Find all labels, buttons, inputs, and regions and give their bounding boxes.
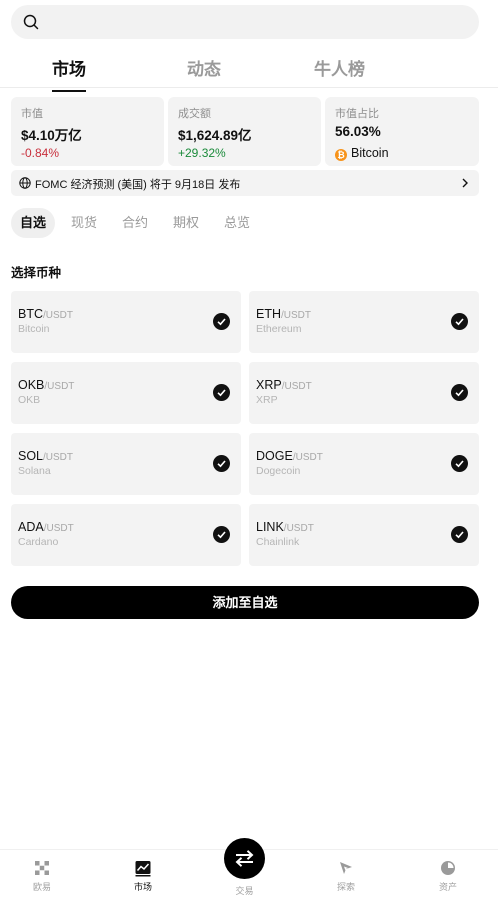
checkmark-icon[interactable] <box>451 455 468 472</box>
coin-symbol-text: ADA <box>18 520 44 534</box>
tab-leaderboard[interactable]: 牛人榜 <box>314 55 365 80</box>
coin-symbol: SOL/USDT <box>18 449 73 463</box>
coin-card-eth[interactable]: ETH/USDT Ethereum <box>249 291 479 353</box>
section-title: 选择币种 <box>11 266 62 280</box>
coin-symbol-text: DOGE <box>256 449 293 463</box>
market-cap-change: -0.84% <box>21 146 60 160</box>
announcement-text: FOMC 经济预测 (美国) 将于 9月18日 发布 <box>35 179 241 191</box>
volume-card[interactable]: 成交额 $1,624.89亿 +29.32% <box>168 97 321 166</box>
coin-symbol-text: XRP <box>256 378 282 392</box>
dominance-coin: ₿ Bitcoin <box>335 146 469 161</box>
nav-item-explore[interactable]: 探索 <box>316 850 376 893</box>
tab-feed[interactable]: 动态 <box>187 55 221 80</box>
dominance-value: 56.03% <box>335 124 381 139</box>
subtab-spot[interactable]: 现货 <box>62 208 106 238</box>
search-icon <box>23 14 39 30</box>
coin-symbol-text: LINK <box>256 520 284 534</box>
market-cap-label: 市值 <box>21 108 43 120</box>
trade-button[interactable] <box>224 838 265 879</box>
coin-symbol: ETH/USDT <box>256 307 311 321</box>
checkmark-icon[interactable] <box>451 313 468 330</box>
coin-symbol: ADA/USDT <box>18 520 74 534</box>
announcement-bar[interactable]: FOMC 经济预测 (美国) 将于 9月18日 发布 <box>11 170 479 196</box>
tab-feed-label: 动态 <box>187 60 221 79</box>
coin-name: Cardano <box>18 536 59 548</box>
coin-name: XRP <box>256 394 278 406</box>
nav-item-assets[interactable]: 资产 <box>418 850 478 893</box>
coin-symbol-text: BTC <box>18 307 43 321</box>
checkmark-icon[interactable] <box>451 384 468 401</box>
coin-symbol-text: SOL <box>18 449 44 463</box>
coin-symbol: XRP/USDT <box>256 378 312 392</box>
coin-symbol: BTC/USDT <box>18 307 73 321</box>
coin-card-link[interactable]: LINK/USDT Chainlink <box>249 504 479 566</box>
coin-pair: /USDT <box>283 523 314 534</box>
coin-card-sol[interactable]: SOL/USDT Solana <box>11 433 241 495</box>
coin-name: Bitcoin <box>18 323 50 335</box>
tab-market[interactable]: 市场 <box>52 55 86 92</box>
nav-label: 资产 <box>438 882 457 892</box>
coin-card-ada[interactable]: ADA/USDT Cardano <box>11 504 241 566</box>
bitcoin-icon: ₿ <box>335 149 347 161</box>
chart-icon <box>135 861 151 877</box>
top-tabs: 市场 动态 牛人榜 <box>0 50 498 92</box>
coin-card-okb[interactable]: OKB/USDT OKB <box>11 362 241 424</box>
coin-pair: /USDT <box>292 452 323 463</box>
search-input[interactable] <box>11 5 479 39</box>
compass-icon <box>340 862 352 874</box>
active-tab-underline <box>52 90 86 92</box>
coin-pair: /USDT <box>281 310 311 321</box>
nav-label: 探索 <box>336 882 355 892</box>
checkmark-icon[interactable] <box>213 313 230 330</box>
volume-label: 成交额 <box>178 108 211 120</box>
subtab-watchlist[interactable]: 自选 <box>11 208 55 238</box>
coin-pair: /USDT <box>43 523 74 534</box>
volume-change: +29.32% <box>178 146 226 160</box>
subtab-overview[interactable]: 总览 <box>215 208 259 238</box>
coin-name: Ethereum <box>256 323 302 335</box>
coin-symbol: LINK/USDT <box>256 520 314 534</box>
coin-symbol-text: ETH <box>256 307 281 321</box>
subtab-futures[interactable]: 合约 <box>113 208 157 238</box>
coin-name: Chainlink <box>256 536 300 548</box>
coin-pair: /USDT <box>281 381 312 392</box>
coin-symbol: DOGE/USDT <box>256 449 323 463</box>
swap-arrows-icon <box>235 850 254 867</box>
coin-name: Solana <box>18 465 51 477</box>
coin-card-xrp[interactable]: XRP/USDT XRP <box>249 362 479 424</box>
dominance-coin-name: Bitcoin <box>351 146 389 160</box>
coin-name: OKB <box>18 394 41 406</box>
coin-symbol: OKB/USDT <box>18 378 74 392</box>
nav-label: 欧易 <box>32 882 51 892</box>
checkmark-icon[interactable] <box>213 384 230 401</box>
add-to-watchlist-button[interactable]: 添加至自选 <box>11 586 479 619</box>
globe-icon <box>19 177 31 189</box>
tab-leaderboard-label: 牛人榜 <box>314 60 365 79</box>
coin-card-btc[interactable]: BTC/USDT Bitcoin <box>11 291 241 353</box>
coin-symbol-text: OKB <box>18 378 45 392</box>
dominance-card[interactable]: 市值占比 56.03% ₿ Bitcoin <box>325 97 479 166</box>
coin-name: Dogecoin <box>256 465 301 477</box>
checkmark-icon[interactable] <box>213 455 230 472</box>
market-cap-value: $4.10万亿 <box>21 128 82 143</box>
nav-label: 市场 <box>133 882 152 892</box>
nav-item-okx[interactable]: 欧易 <box>12 850 72 893</box>
coin-pair: /USDT <box>43 310 73 321</box>
market-cap-card[interactable]: 市值 $4.10万亿 -0.84% <box>11 97 164 166</box>
pie-chart-icon <box>441 861 455 875</box>
coin-card-doge[interactable]: DOGE/USDT Dogecoin <box>249 433 479 495</box>
nav-label-trade: 交易 <box>235 886 254 896</box>
checkmark-icon[interactable] <box>451 526 468 543</box>
coin-pair: /USDT <box>43 452 74 463</box>
checkmark-icon[interactable] <box>213 526 230 543</box>
dominance-label: 市值占比 <box>335 108 379 120</box>
coin-pair: /USDT <box>44 381 75 392</box>
volume-value: $1,624.89亿 <box>178 128 252 143</box>
nav-item-market[interactable]: 市场 <box>113 850 173 893</box>
okx-logo-icon <box>35 861 49 875</box>
chevron-right-icon <box>462 178 468 188</box>
subtab-options[interactable]: 期权 <box>164 208 208 238</box>
tab-market-label: 市场 <box>52 60 86 79</box>
